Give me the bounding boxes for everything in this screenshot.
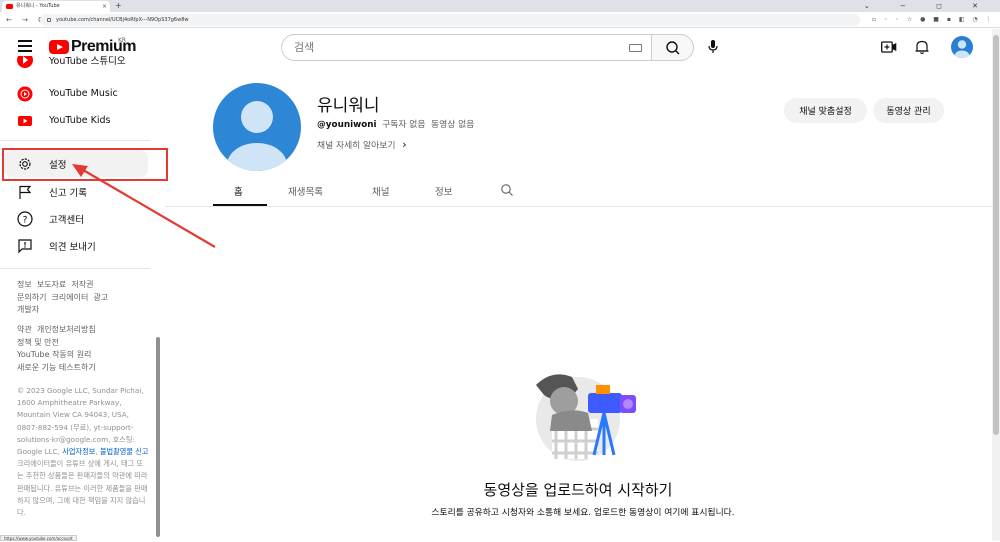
- customize-channel-button[interactable]: 채널 맞춤설정: [784, 98, 867, 123]
- close-tab-icon[interactable]: ×: [102, 1, 107, 12]
- video-count: 동영상 없음: [431, 120, 475, 130]
- sidebar-item-studio[interactable]: YouTube 스튜디오: [0, 56, 150, 72]
- footer-links-1: 정보 보도자료 저작권 문의하기 크리에이터 광고 개발자: [17, 279, 149, 317]
- annotation-arrow-icon: [72, 164, 216, 248]
- scrollbar-thumb[interactable]: [993, 35, 999, 435]
- about-link-label: 채널 자세히 알아보기: [317, 141, 396, 151]
- browser-tab-title: 유니워니 - YouTube: [16, 3, 60, 9]
- youtube-music-icon: [17, 86, 33, 102]
- footer-link[interactable]: YouTube 작동의 원리: [17, 350, 91, 359]
- hamburger-menu-icon[interactable]: [18, 40, 32, 55]
- help-icon: ?: [17, 210, 33, 227]
- channel-about-link[interactable]: 채널 자세히 알아보기 ›: [317, 138, 407, 151]
- sidebar-item-label: YouTube Kids: [49, 115, 111, 126]
- channel-handle: @youniwoni: [317, 120, 377, 130]
- bell-icon[interactable]: [915, 39, 929, 55]
- page-scrollbar[interactable]: [992, 29, 1000, 541]
- footer-copyright: © 2023 Google LLC, Sundar Pichai, 1600 A…: [17, 385, 149, 519]
- youtube-studio-icon: [17, 56, 33, 68]
- footer-link[interactable]: 광고: [93, 293, 108, 302]
- manage-videos-button[interactable]: 동영상 관리: [873, 98, 944, 123]
- footer-link[interactable]: 문의하기: [17, 293, 46, 302]
- sidebar-item-label: YouTube Music: [49, 88, 118, 99]
- keyboard-icon[interactable]: [629, 44, 642, 52]
- sidebar-item-kids[interactable]: YouTube Kids: [0, 107, 150, 134]
- logo-text: Premium: [71, 38, 136, 55]
- search-button[interactable]: [651, 34, 694, 61]
- sidebar-divider: [0, 140, 150, 141]
- chevron-right-icon: ›: [402, 138, 407, 151]
- channel-avatar[interactable]: [213, 83, 301, 171]
- business-info-link[interactable]: 사업자정보: [62, 447, 95, 456]
- search-input[interactable]: [281, 34, 651, 61]
- youtube-play-icon: [49, 40, 69, 54]
- footer-link[interactable]: 개발자: [17, 305, 39, 314]
- youtube-kids-icon: [17, 113, 33, 129]
- sidebar-divider: [0, 268, 150, 269]
- subscriber-count: 구독자 없음: [382, 120, 426, 130]
- disclaimer-text: 크리에이터들이 유튜브 상에 게시, 태그 또는 추천한 상품들은 판매자들의 …: [17, 459, 148, 518]
- browser-tab-bar: [0, 0, 1000, 12]
- tab-home[interactable]: 홈: [234, 184, 243, 198]
- youtube-favicon-icon: [6, 4, 13, 9]
- footer-link[interactable]: 크리에이터: [52, 293, 89, 302]
- footer-link[interactable]: 새로운 기능 테스트하기: [17, 363, 96, 372]
- tab-channels[interactable]: 채널: [372, 184, 389, 198]
- flag-icon: [17, 184, 33, 200]
- illegal-filming-report-link[interactable]: 불법촬영물 신고: [100, 447, 149, 456]
- tab-playlists[interactable]: 재생목록: [288, 184, 323, 198]
- url-text: youtube.com/channel/UCBj4oRfpX---N9OpS37…: [56, 17, 189, 23]
- footer-link[interactable]: 정보: [17, 280, 32, 289]
- feedback-icon: [17, 238, 33, 254]
- tab-about[interactable]: 정보: [435, 184, 452, 198]
- new-tab-button[interactable]: +: [115, 0, 122, 12]
- url-field[interactable]: youtube.com/channel/UCBj4oRfpX---N9OpS37…: [40, 14, 860, 26]
- logo-region: KR: [118, 37, 127, 44]
- window-controls[interactable]: ⌄ − ◻ ✕: [864, 0, 992, 12]
- status-url: https://www.youtube.com/account: [0, 535, 77, 541]
- empty-state-description: 스토리를 공유하고 시청자와 소통해 보세요. 업로드한 동영상이 여기에 표시…: [431, 508, 735, 518]
- tabs-divider: [165, 206, 1000, 207]
- search-icon: [666, 41, 680, 55]
- footer-link[interactable]: 개인정보처리방침: [37, 325, 96, 334]
- footer-link[interactable]: 약관: [17, 325, 32, 334]
- svg-text:?: ?: [23, 215, 28, 225]
- footer-link[interactable]: 정책 및 안전: [17, 338, 59, 347]
- footer-links-2: 약관 개인정보처리방침 정책 및 안전 YouTube 작동의 원리 새로운 기…: [17, 324, 149, 374]
- user-avatar[interactable]: [951, 36, 973, 58]
- sidebar-item-music[interactable]: YouTube Music: [0, 80, 150, 107]
- search-icon[interactable]: [500, 183, 514, 197]
- upload-illustration: [536, 374, 636, 461]
- user-silhouette-icon: [954, 40, 970, 58]
- channel-name: 유니워니: [317, 96, 380, 116]
- footer-link[interactable]: 저작권: [71, 280, 93, 289]
- sidebar-item-label: YouTube 스튜디오: [49, 56, 126, 67]
- extension-icons[interactable]: ▫ ◦ ◦ ☆ ● ■ ▪ ◧ ◔ ⋮: [872, 15, 995, 25]
- sidebar-scrollbar[interactable]: [156, 337, 160, 537]
- footer-link[interactable]: 보도자료: [37, 280, 66, 289]
- copyright-text: © 2023 Google LLC, Sundar Pichai, 1600 A…: [17, 386, 144, 457]
- empty-state-title: 동영상을 업로드하여 시작하기: [483, 481, 673, 499]
- microphone-icon[interactable]: [708, 40, 718, 54]
- create-video-icon[interactable]: [881, 41, 897, 53]
- user-silhouette-icon: [227, 101, 287, 171]
- browser-tab[interactable]: 유니워니 - YouTube ×: [2, 1, 110, 12]
- lock-icon: [47, 18, 51, 22]
- channel-meta: @youniwoni 구독자 없음 동영상 없음: [317, 117, 474, 130]
